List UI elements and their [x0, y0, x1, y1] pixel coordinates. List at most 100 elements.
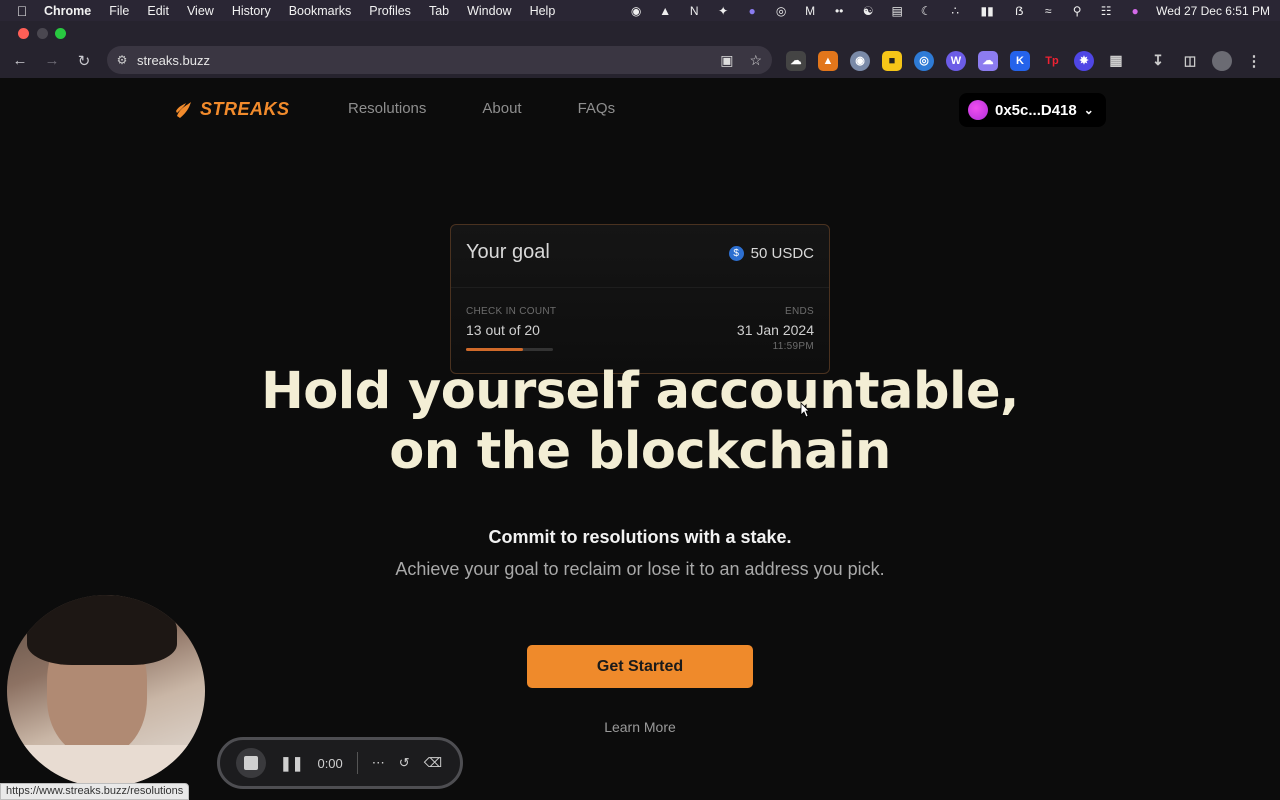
menubar-datetime[interactable]: Wed 27 Dec 6:51 PM — [1156, 4, 1270, 18]
status-app-icon[interactable]: ◎ — [773, 4, 789, 18]
control-center-icon[interactable]: ☷ — [1098, 4, 1114, 18]
browser-toolbar: ← → ↻ ⚙ streaks.buzz ▣ ☆ ☁ ▲ ◉ ■ ◎ W ☁ K… — [0, 43, 1280, 78]
extension-icon[interactable]: ■ — [882, 50, 902, 71]
stop-icon — [244, 756, 258, 770]
goal-stake: $ 50 USDC — [728, 245, 814, 262]
goal-stake-amount: 50 USDC — [750, 245, 814, 262]
menu-edit[interactable]: Edit — [147, 4, 169, 18]
window-titlebar — [0, 21, 1280, 43]
card-divider — [451, 287, 829, 288]
close-window-button[interactable] — [18, 28, 29, 39]
nav-about[interactable]: About — [482, 100, 521, 117]
presenter-hair — [27, 595, 177, 665]
wallet-button[interactable]: 0x5c...D418 ⌄ — [959, 93, 1106, 127]
status-app-icon[interactable]: ∴ — [947, 4, 963, 18]
checkin-value: 13 out of 20 — [466, 322, 540, 338]
apple-icon[interactable]:  — [0, 3, 44, 19]
get-started-button[interactable]: Get Started — [527, 645, 753, 688]
chevron-down-icon: ⌄ — [1083, 103, 1094, 117]
extension-icon[interactable]: ✸ — [1074, 50, 1094, 71]
extension-icon[interactable]: ☁ — [978, 50, 998, 71]
usdc-icon: $ — [728, 246, 744, 261]
side-panel-icon[interactable]: ◫ — [1180, 51, 1200, 71]
back-arrow-icon[interactable]: ← — [4, 47, 36, 75]
status-app-icon[interactable]: ▲ — [657, 4, 673, 18]
hero-line-1: Hold yourself accountable, — [261, 362, 1019, 421]
extension-icon[interactable]: W — [946, 50, 966, 71]
recording-controls: ❚❚ 0:00 ⋯ ↺ ⌫ — [217, 737, 463, 789]
mouse-pointer-icon — [800, 402, 810, 418]
controls-separator — [356, 752, 358, 774]
download-icon[interactable]: ↧ — [1148, 51, 1168, 71]
wifi-icon[interactable]: ≈ — [1040, 4, 1056, 18]
metamask-icon[interactable]: ▲ — [818, 50, 838, 71]
forward-arrow-icon[interactable]: → — [36, 47, 68, 75]
menu-file[interactable]: File — [109, 4, 129, 18]
grid-icon[interactable]: ⋯ — [372, 755, 385, 771]
extension-icon[interactable]: ◉ — [850, 50, 870, 71]
siri-icon[interactable]: ● — [1127, 4, 1143, 18]
recording-timer: 0:00 — [317, 755, 343, 771]
menu-profiles[interactable]: Profiles — [369, 4, 411, 18]
bookmark-star-icon[interactable]: ☆ — [749, 52, 762, 69]
menu-window[interactable]: Window — [467, 4, 511, 18]
menu-bookmarks[interactable]: Bookmarks — [289, 4, 352, 18]
site-settings-icon[interactable]: ⚙ — [107, 53, 137, 67]
menu-help[interactable]: Help — [530, 4, 556, 18]
webcam-bubble[interactable] — [7, 595, 205, 787]
menu-history[interactable]: History — [232, 4, 271, 18]
trash-icon[interactable]: ⌫ — [424, 755, 442, 771]
pause-icon[interactable]: ❚❚ — [280, 755, 303, 772]
reload-icon[interactable]: ↻ — [68, 47, 100, 75]
goal-card-title: Your goal — [466, 241, 550, 263]
camera-icon[interactable]: ▣ — [720, 52, 733, 69]
ends-label: ENDS — [785, 306, 814, 317]
search-icon[interactable]: ⚲ — [1069, 4, 1085, 18]
moon-icon[interactable]: ☾ — [918, 4, 934, 18]
hero-line-2: on the blockchain — [389, 422, 891, 481]
site-nav: Resolutions About FAQs — [348, 100, 615, 117]
extension-icon[interactable]: ☁ — [786, 50, 806, 71]
streaks-logo[interactable]: STREAKS — [174, 99, 290, 120]
subtitle-secondary: Achieve your goal to reclaim or lose it … — [395, 559, 885, 579]
extensions-bar: ☁ ▲ ◉ ■ ◎ W ☁ K Tp ✸ ▦ ↧ ◫ ⋮ — [786, 43, 1264, 78]
menu-view[interactable]: View — [187, 4, 214, 18]
menu-app-name[interactable]: Chrome — [44, 4, 91, 18]
more-menu-icon[interactable]: ⋮ — [1244, 51, 1264, 71]
nav-faqs[interactable]: FAQs — [578, 100, 616, 117]
status-app-icon[interactable]: ▤ — [889, 4, 905, 18]
restart-icon[interactable]: ↺ — [399, 755, 410, 771]
address-url[interactable]: streaks.buzz — [137, 53, 210, 68]
checkin-progress-bar — [466, 348, 553, 351]
checkin-progress-fill — [466, 348, 523, 351]
goal-card: Your goal $ 50 USDC CHECK IN COUNT 13 ou… — [450, 224, 830, 374]
status-app-icon[interactable]: ◉ — [628, 4, 644, 18]
extension-icon[interactable]: K — [1010, 50, 1030, 71]
logo-text: STREAKS — [200, 99, 290, 119]
status-app-icon[interactable]: •• — [831, 4, 847, 18]
zoom-window-button[interactable] — [55, 28, 66, 39]
status-app-icon[interactable]: ✦ — [715, 4, 731, 18]
address-bar[interactable]: ⚙ streaks.buzz ▣ ☆ — [107, 46, 772, 74]
status-app-icon[interactable]: ☯ — [860, 4, 876, 18]
puzzle-icon[interactable]: ▦ — [1106, 51, 1126, 71]
ends-date: 31 Jan 2024 — [736, 322, 814, 338]
extension-icon[interactable]: Tp — [1042, 51, 1062, 71]
bluetooth-icon[interactable]: ẞ — [1011, 4, 1027, 18]
profile-avatar[interactable] — [1212, 50, 1232, 71]
extension-icon[interactable]: ◎ — [914, 50, 934, 71]
status-app-icon[interactable]: M — [802, 4, 818, 18]
menu-tab[interactable]: Tab — [429, 4, 449, 18]
menubar-tray: ◉ ▲ N ✦ ● ◎ M •• ☯ ▤ ☾ ∴ ▮▮ ẞ ≈ ⚲ ☷ ● We… — [628, 0, 1270, 21]
battery-icon[interactable]: ▮▮ — [976, 4, 998, 18]
checkin-label: CHECK IN COUNT — [466, 306, 557, 317]
nav-resolutions[interactable]: Resolutions — [348, 100, 426, 117]
notion-icon[interactable]: N — [686, 4, 702, 18]
minimize-window-button[interactable] — [37, 28, 48, 39]
wallet-avatar — [968, 100, 988, 120]
subtitle-primary: Commit to resolutions with a stake. — [488, 527, 792, 547]
hero-headline: Hold yourself accountable, on the blockc… — [0, 362, 1280, 482]
stop-recording-button[interactable] — [236, 748, 266, 778]
status-app-icon[interactable]: ● — [744, 4, 760, 18]
macos-menubar:  Chrome File Edit View History Bookmark… — [0, 0, 1280, 21]
